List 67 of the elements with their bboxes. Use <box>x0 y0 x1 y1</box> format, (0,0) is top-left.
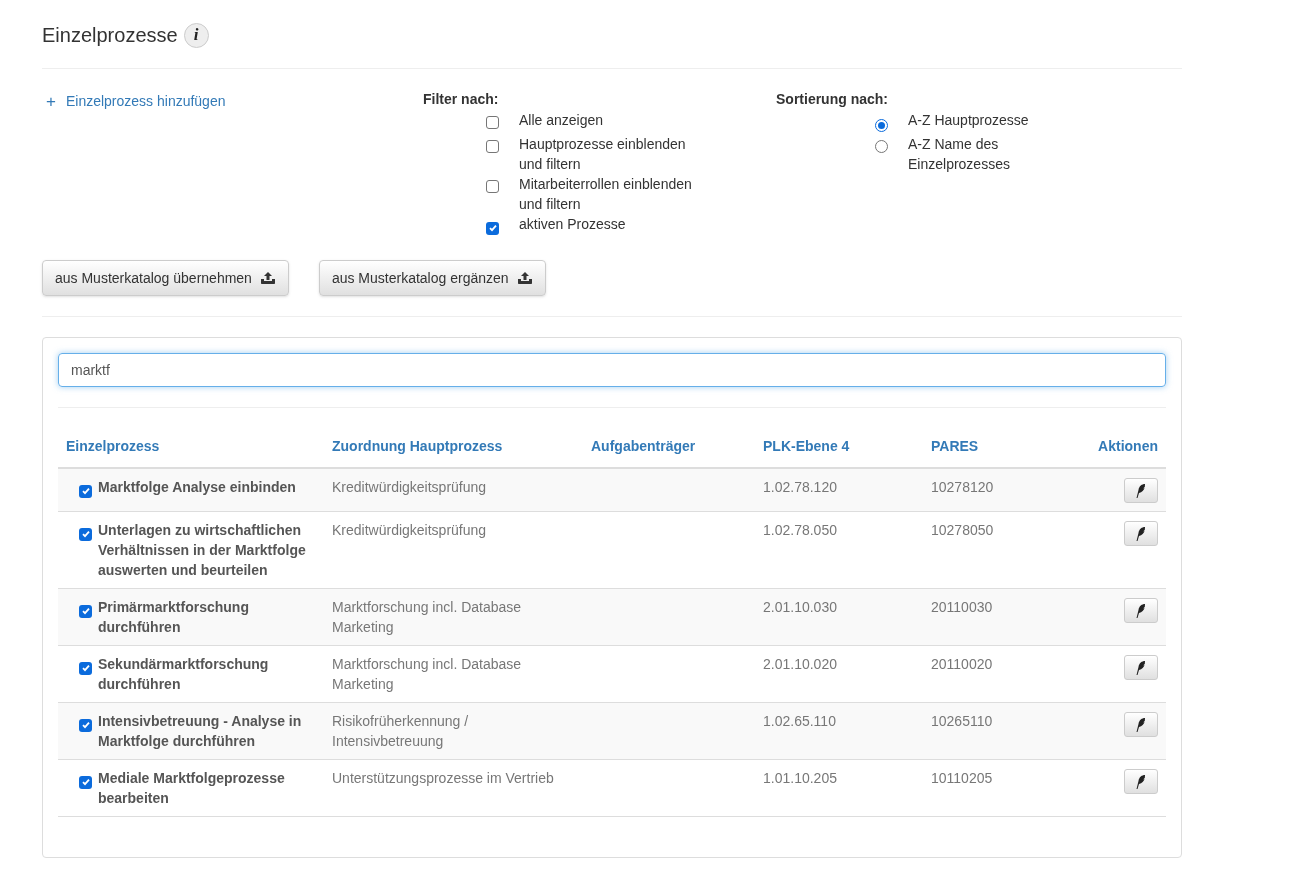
edit-button[interactable] <box>1124 655 1158 680</box>
column-header[interactable]: Aufgabenträger <box>591 436 763 457</box>
plk-cell-text: 1.02.78.050 <box>763 521 838 540</box>
feather-icon <box>1136 774 1146 789</box>
pares-cell-text: 10278050 <box>931 521 995 540</box>
main-process-cell-text: Unterstützungsprozesse im Vertrieb <box>332 769 555 788</box>
upload-icon <box>259 271 276 285</box>
checkbox[interactable] <box>79 775 92 789</box>
process-name: Mediale Marktfolgeprozesse bearbeiten <box>98 769 286 808</box>
checkbox[interactable] <box>79 661 92 675</box>
checkbox[interactable] <box>486 221 499 235</box>
filter-option-label: aktiven Prozesse <box>519 215 627 234</box>
pares-cell-text: 20110030 <box>931 598 994 617</box>
main-process-cell-text: Marktforschung incl. Database Marketing <box>332 655 523 694</box>
pares-cell-text: 10110205 <box>931 769 994 788</box>
upload-icon <box>516 271 533 285</box>
info-icon[interactable]: i <box>183 22 209 48</box>
edit-button[interactable] <box>1124 598 1158 623</box>
process-name: Primärmarktforschung durchführen <box>98 598 250 637</box>
process-name: Marktfolge Analyse einbinden <box>98 478 297 497</box>
checkbox[interactable] <box>79 484 92 498</box>
catalog-button[interactable]: aus Musterkatalog übernehmen <box>42 260 289 296</box>
checkbox[interactable] <box>79 718 92 732</box>
feather-icon <box>1136 603 1146 618</box>
feather-icon <box>1136 483 1146 498</box>
checkbox[interactable] <box>79 527 92 541</box>
checkbox[interactable] <box>486 180 499 193</box>
column-header[interactable]: Einzelprozess <box>66 436 332 457</box>
search-field[interactable]: marktf <box>58 353 1166 387</box>
process-name: Unterlagen zu wirtschaftlichen Verhältnissen in der Marktfolge auswerten und beurteilen <box>98 521 307 580</box>
plk-cell-text: 1.02.78.120 <box>763 478 838 497</box>
catalog-button[interactable]: aus Musterkatalog ergänzen <box>318 260 546 296</box>
column-header[interactable]: PLK-Ebene 4 <box>763 436 931 457</box>
checkbox[interactable] <box>79 604 92 618</box>
main-process-cell-text: Marktforschung incl. Database Marketing <box>332 598 523 637</box>
filter-heading: Filter nach: <box>423 90 500 109</box>
feather-icon <box>1136 717 1146 732</box>
feather-icon <box>1136 660 1146 675</box>
plk-cell-text: 2.01.10.030 <box>763 598 838 617</box>
plk-cell-text: 2.01.10.020 <box>763 655 838 674</box>
edit-button[interactable] <box>1124 521 1158 546</box>
checkbox[interactable] <box>486 116 499 129</box>
main-process-cell-text: Kreditwürdigkeitsprüfung <box>332 478 488 497</box>
process-name: Intensivbetreuung - Analyse in Marktfolge durchführen <box>98 712 303 751</box>
checkbox[interactable] <box>486 140 499 153</box>
feather-icon <box>1136 526 1146 541</box>
add-process-link[interactable]: + Einzelprozess hinzufügen <box>46 89 423 115</box>
filter-option-label: Hauptprozesse einblenden und filtern <box>519 135 687 174</box>
column-header[interactable]: PARES <box>931 436 1041 457</box>
edit-button[interactable] <box>1124 712 1158 737</box>
pares-cell-text: 10278120 <box>931 478 995 497</box>
main-process-cell-text: Kreditwürdigkeitsprüfung <box>332 521 488 540</box>
main-process-cell-text: Risikofrüherkennung / Intensivbetreuung <box>332 712 470 751</box>
column-header[interactable]: Aktionen <box>1041 436 1158 457</box>
plk-cell-text: 1.01.10.205 <box>763 769 838 788</box>
pares-cell-text: 20110020 <box>931 655 994 674</box>
plk-cell-text: 1.02.65.110 <box>763 712 837 731</box>
sort-heading: Sortierung nach: <box>776 90 889 109</box>
pares-cell-text: 10265110 <box>931 712 994 731</box>
process-name: Sekundärmarktforschung durchführen <box>98 655 270 694</box>
page-title: Einzelprozesse <box>42 23 178 48</box>
sort-option-label: A-Z Hauptprozesse <box>908 111 1030 130</box>
edit-button[interactable] <box>1124 769 1158 794</box>
edit-button[interactable] <box>1124 478 1158 503</box>
filter-option-label: Alle anzeigen <box>519 111 605 130</box>
sort-option-label: A-Z Name des Einzelprozesses <box>908 135 1011 174</box>
column-header[interactable]: Zuordnung Hauptprozess <box>332 436 591 457</box>
